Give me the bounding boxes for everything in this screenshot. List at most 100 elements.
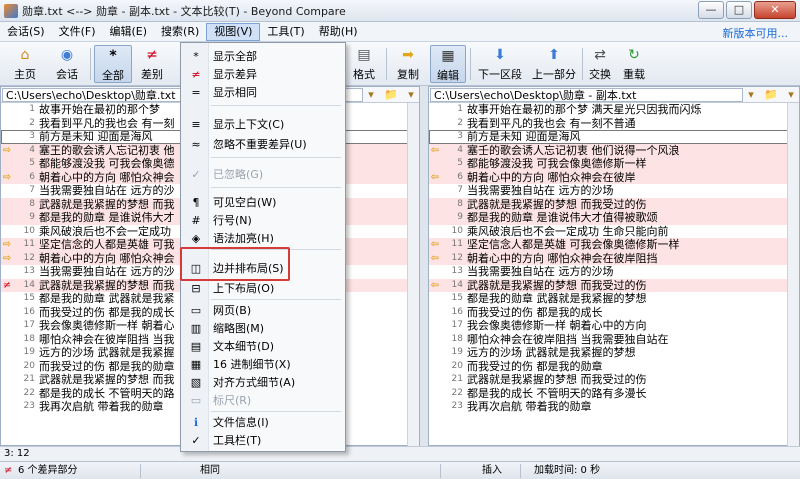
- text-line[interactable]: 13 当我需要独自站在 远方的沙场: [429, 265, 799, 279]
- diff-arrow-icon[interactable]: ⇨: [1, 144, 13, 158]
- prev-part-button[interactable]: ⬆ 上一部分: [528, 45, 580, 83]
- menu-edit[interactable]: 编辑(E): [103, 23, 155, 41]
- text-line[interactable]: 9 都是我的勋章 是谁说伟大才值得被歌颂: [429, 211, 799, 225]
- menu-file-info[interactable]: ℹ 文件信息(I): [181, 413, 345, 431]
- maximize-button[interactable]: □: [726, 1, 752, 19]
- menu-show-same[interactable]: = 显示相同: [181, 83, 345, 101]
- text-line[interactable]: 3 前方是未知 迎面是海风: [429, 130, 799, 144]
- text-line[interactable]: 22 都是我的成长 不管明天的路有多漫长: [429, 387, 799, 401]
- history-icon[interactable]: ▾: [368, 88, 374, 101]
- text-line[interactable]: ⇦ 12 朝着心中的方向 哪怕众神会在彼岸阻挡: [429, 251, 799, 266]
- text-line[interactable]: 18 哪怕众神会在彼岸阻挡 当我需要独自站在: [429, 333, 799, 347]
- pane-splitter[interactable]: [420, 86, 428, 446]
- new-version-link[interactable]: 新版本可用...: [723, 25, 789, 41]
- line-number: 20: [451, 360, 463, 371]
- close-button[interactable]: ✕: [754, 1, 796, 19]
- menu-search[interactable]: 搜索(R): [154, 23, 206, 41]
- text-line[interactable]: 23 我再次启航 带着我的勋章: [429, 400, 799, 414]
- browse-folder-icon[interactable]: 📁: [384, 88, 398, 101]
- right-scrollbar[interactable]: [787, 103, 799, 447]
- menu-view[interactable]: 视图(V): [206, 22, 261, 41]
- save-icon[interactable]: ▾: [408, 88, 414, 101]
- text-line[interactable]: ⇦ 6 朝着心中的方向 哪怕众神会在彼岸: [429, 170, 799, 185]
- gutter: [429, 130, 441, 144]
- not-equal-icon: ≠: [191, 67, 201, 81]
- right-text-area[interactable]: 1 故事开始在最初的那个梦 满天星光只因我而闪烁 2 我看到平凡的我也会 有一刻不普通…: [429, 103, 799, 414]
- show-diff-button[interactable]: ≠ 差别: [134, 45, 170, 83]
- session-button[interactable]: ◉ 会话: [46, 45, 88, 83]
- menu-help[interactable]: 帮助(H): [312, 23, 365, 41]
- menu-toolbar[interactable]: ✓ 工具栏(T): [181, 431, 345, 449]
- text-line[interactable]: ⇦ 4 塞壬的歌会诱人忘记初衷 他们说得一个风浪: [429, 143, 799, 158]
- copy-button[interactable]: ➡ 复制: [390, 45, 426, 83]
- edit-button[interactable]: ▦ 编辑: [430, 45, 466, 83]
- line-numbers-icon: #: [191, 213, 201, 227]
- diff-arrow-icon[interactable]: ⇨: [1, 238, 13, 252]
- left-scrollbar[interactable]: [407, 103, 419, 447]
- diff-arrow-icon[interactable]: ⇦: [429, 279, 441, 293]
- text-line[interactable]: 5 都能够渡没我 可我会像奥德修斯一样: [429, 157, 799, 171]
- text-line[interactable]: 17 我会像奥德修斯一样 朝着心中的方向: [429, 319, 799, 333]
- gutter: [1, 319, 13, 333]
- menu-file[interactable]: 文件(F): [52, 23, 103, 41]
- menu-text-details[interactable]: ▤ 文本细节(D): [181, 337, 345, 355]
- right-path-input[interactable]: C:\Users\echo\Desktop\勋章 - 副本.txt: [430, 87, 743, 102]
- menu-thumbnail[interactable]: ▥ 缩略图(M): [181, 319, 345, 337]
- menu-tools[interactable]: 工具(T): [260, 23, 311, 41]
- menu-hex-details[interactable]: ▦ 16 进制细节(X): [181, 355, 345, 373]
- diff-arrow-icon[interactable]: ⇨: [1, 252, 13, 266]
- text-line[interactable]: ⇦ 14 武器就是我紧握的梦想 而我受过的伤: [429, 278, 799, 293]
- text-line[interactable]: 15 都是我的勋章 武器就是我紧握的梦想: [429, 292, 799, 306]
- gutter: [429, 333, 441, 347]
- next-section-button[interactable]: ⬇ 下一区段: [474, 45, 526, 83]
- text-line[interactable]: 8 武器就是我紧握的梦想 而我受过的伤: [429, 197, 799, 211]
- menu-web-view[interactable]: ▭ 网页(B): [181, 301, 345, 319]
- reload-button[interactable]: ↻ 重载: [618, 45, 650, 83]
- text-line[interactable]: 16 而我受过的伤 都是我的成长: [429, 306, 799, 320]
- menu-show-all[interactable]: * 显示全部: [181, 47, 345, 65]
- menu-session[interactable]: 会话(S): [0, 23, 52, 41]
- home-button[interactable]: ⌂ 主页: [6, 45, 44, 83]
- save-icon[interactable]: ▾: [788, 88, 794, 101]
- diff-arrow-icon[interactable]: ⇦: [429, 171, 441, 185]
- swap-button[interactable]: ⇄ 交换: [584, 45, 616, 83]
- cursor-position: 3: 12: [4, 448, 30, 459]
- text-line[interactable]: 20 而我受过的伤 都是我的勋章: [429, 360, 799, 374]
- menu-show-context[interactable]: ≡ 显示上下文(C): [181, 115, 345, 133]
- menu-aligned-details[interactable]: ▧ 对齐方式细节(A): [181, 373, 345, 391]
- diff-arrow-icon[interactable]: ≠: [1, 279, 13, 293]
- format-button[interactable]: ▤ 格式: [346, 45, 382, 83]
- menu-syntax-highlight[interactable]: ◈ 语法加亮(H): [181, 229, 345, 247]
- text-line[interactable]: 1 故事开始在最初的那个梦 满天星光只因我而闪烁: [429, 103, 799, 117]
- text-line[interactable]: 10 乘风破浪后也不会一定成功 生命只能向前: [429, 225, 799, 239]
- line-number: 2: [457, 117, 463, 128]
- text-line[interactable]: ⇦ 11 坚定信念人都是英雄 可我会像奥德修斯一样: [429, 238, 799, 252]
- text-line[interactable]: 19 远方的沙场 武器就是我紧握的梦想: [429, 346, 799, 360]
- line-number: 17: [451, 320, 463, 330]
- line-number: 1: [29, 104, 35, 114]
- menu-visible-whitespace[interactable]: ¶ 可见空白(W): [181, 193, 345, 211]
- format-label: 格式: [353, 68, 375, 81]
- browse-folder-icon[interactable]: 📁: [764, 88, 778, 101]
- diff-arrow-icon[interactable]: ⇨: [1, 171, 13, 185]
- line-number: 8: [457, 198, 463, 209]
- menu-ignore-unimportant[interactable]: ≈ 忽略不重要差异(U): [181, 135, 345, 153]
- reload-icon: ↻: [628, 47, 640, 63]
- arrow-down-icon: ⬇: [494, 47, 506, 63]
- gutter: [1, 360, 13, 374]
- diff-arrow-icon[interactable]: ⇦: [429, 238, 441, 252]
- text-line[interactable]: 2 我看到平凡的我也会 有一刻不普通: [429, 117, 799, 131]
- diff-arrow-icon[interactable]: ⇦: [429, 144, 441, 158]
- line-number: 14: [23, 279, 35, 290]
- menu-show-diff[interactable]: ≠ 显示差异: [181, 65, 345, 83]
- show-all-button[interactable]: * 全部: [94, 45, 132, 83]
- text-line[interactable]: 7 当我需要独自站在 远方的沙场: [429, 184, 799, 198]
- minimize-button[interactable]: —: [698, 1, 724, 19]
- history-icon[interactable]: ▾: [748, 88, 754, 101]
- menu-line-numbers[interactable]: # 行号(N): [181, 211, 345, 229]
- diff-arrow-icon[interactable]: ⇦: [429, 252, 441, 266]
- format-icon: ▤: [357, 47, 371, 63]
- text-line[interactable]: 21 武器就是我紧握的梦想 而我受过的伤: [429, 373, 799, 387]
- menu-over-under[interactable]: ⊟ 上下布局(O): [181, 279, 345, 297]
- line-text: 乘风破浪后也不会一定成功 生命只能向前: [467, 224, 669, 238]
